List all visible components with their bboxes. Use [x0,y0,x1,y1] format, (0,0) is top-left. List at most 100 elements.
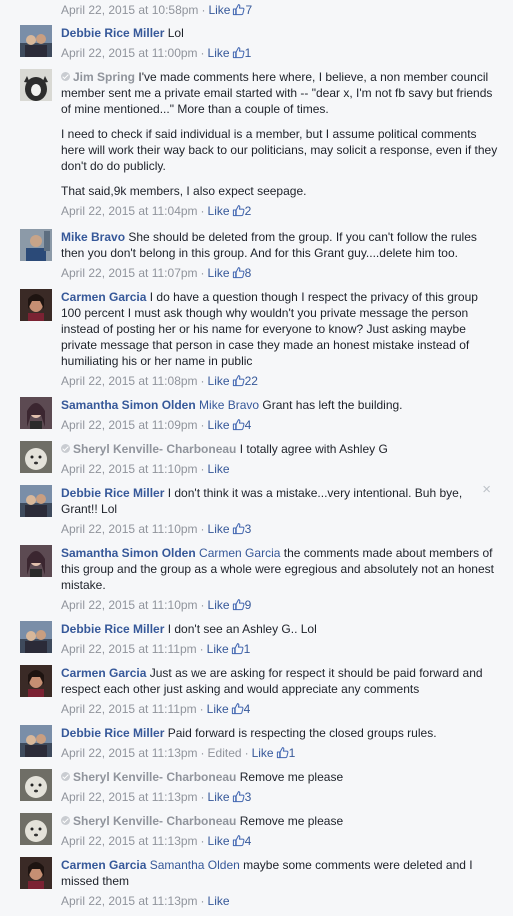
avatar[interactable] [20,441,52,473]
like-link[interactable]: Like [208,3,230,17]
thumbs-up-icon [232,834,245,847]
comment-meta: April 22, 2015 at 11:11pm · Like 4 [61,702,251,716]
like-link[interactable]: Like [208,598,230,612]
avatar[interactable] [20,397,52,429]
like-link[interactable]: Like [208,834,230,848]
avatar[interactable] [20,769,52,801]
comment-author[interactable]: Sheryl Kenville- Charboneau [73,442,236,456]
avatar[interactable] [20,25,52,57]
comment-timestamp[interactable]: April 22, 2015 at 11:10pm [61,598,198,612]
like-count[interactable]: 4 [244,702,251,716]
avatar[interactable] [20,665,52,697]
comment-author[interactable]: Jim Spring [73,70,135,84]
avatar[interactable] [20,69,52,101]
comment-timestamp[interactable]: April 22, 2015 at 11:04pm [61,204,198,218]
comment-text: I don't see an Ashley G.. Lol [167,622,317,636]
like-link[interactable]: Like [207,642,229,656]
comment-meta: April 22, 2015 at 11:13pm · Like 3 [61,790,252,804]
mention-link[interactable]: Samantha Olden [150,858,240,872]
comment-author[interactable]: Debbie Rice Miller [61,486,164,500]
comment-author[interactable]: Mike Bravo [61,230,125,244]
comment-timestamp[interactable]: April 22, 2015 at 11:08pm [61,374,198,388]
comment-timestamp[interactable]: April 22, 2015 at 11:13pm [61,894,198,908]
comment-meta: April 22, 2015 at 11:00pm · Like 1 [61,46,252,60]
like-link[interactable]: Like [207,702,229,716]
like-link[interactable]: Like [208,462,230,476]
mention-link[interactable]: Carmen Garcia [199,546,280,560]
comment-author[interactable]: Samantha Simon Olden [61,398,196,412]
comment-meta: April 22, 2015 at 11:10pm · Like 9 [61,598,252,612]
like-count[interactable]: 1 [245,46,252,60]
comment-text: Paid forward is respecting the closed gr… [167,726,437,740]
comment-timestamp[interactable]: April 22, 2015 at 10:58pm [61,3,198,17]
avatar[interactable] [20,289,52,321]
close-icon[interactable]: × [482,481,491,498]
comment-meta: April 22, 2015 at 11:08pm · Like 22 [61,374,258,388]
thumbs-up-icon [232,46,245,59]
comment-timestamp[interactable]: April 22, 2015 at 11:09pm [61,418,198,432]
like-count[interactable]: 22 [245,374,258,388]
comment-meta: April 22, 2015 at 11:13pm · Like [61,894,230,908]
comment-timestamp[interactable]: April 22, 2015 at 11:10pm [61,462,198,476]
comment-timestamp[interactable]: April 22, 2015 at 11:13pm [61,834,198,848]
comment-timestamp[interactable]: April 22, 2015 at 11:10pm [61,522,198,536]
comment-paragraph: I need to check if said individual is a … [61,127,498,173]
avatar[interactable] [20,485,52,517]
comment-timestamp[interactable]: April 22, 2015 at 11:13pm [61,790,198,804]
like-count[interactable]: 7 [245,3,252,17]
like-link[interactable]: Like [208,204,230,218]
mention-link[interactable]: Mike Bravo [199,398,259,412]
like-link[interactable]: Like [208,374,230,388]
comment-author[interactable]: Samantha Simon Olden [61,546,196,560]
like-count[interactable]: 2 [245,204,252,218]
check-badge-icon [61,444,70,453]
like-link[interactable]: Like [252,746,274,760]
comment-author[interactable]: Carmen Garcia [61,290,146,304]
like-count[interactable]: 3 [245,522,252,536]
thumbs-up-icon [232,522,245,535]
like-count[interactable]: 3 [245,790,252,804]
comment-timestamp[interactable]: April 22, 2015 at 11:11pm [61,642,197,656]
comment-timestamp[interactable]: April 22, 2015 at 11:00pm [61,46,198,60]
like-link[interactable]: Like [208,522,230,536]
comment-timestamp[interactable]: April 22, 2015 at 11:13pm [61,746,198,760]
like-count[interactable]: 9 [245,598,252,612]
like-count[interactable]: 4 [245,834,252,848]
comment-author[interactable]: Sheryl Kenville- Charboneau [73,814,236,828]
avatar[interactable] [20,857,52,889]
like-link[interactable]: Like [208,46,230,60]
like-count[interactable]: 8 [245,266,252,280]
comment-meta: April 22, 2015 at 11:11pm · Like 1 [61,642,251,656]
comment-author[interactable]: Carmen Garcia [61,666,146,680]
avatar[interactable] [20,725,52,757]
comment-author[interactable]: Debbie Rice Miller [61,26,164,40]
comment-author[interactable]: Debbie Rice Miller [61,622,164,636]
edited-label[interactable]: Edited [208,746,242,760]
comment-meta: April 22, 2015 at 11:13pm · Edited · Like 1 [61,746,296,760]
avatar[interactable] [20,621,52,653]
like-link[interactable]: Like [208,418,230,432]
comment-text: Remove me please [239,814,344,828]
comment-paragraph: That said,9k members, I also expect seep… [61,184,307,198]
comment-author[interactable]: Carmen Garcia [61,858,146,872]
avatar[interactable] [20,229,52,261]
avatar[interactable] [20,813,52,845]
thumbs-up-icon [232,598,245,611]
comment-timestamp[interactable]: April 22, 2015 at 11:07pm [61,266,198,280]
comment-author[interactable]: Debbie Rice Miller [61,726,164,740]
like-link[interactable]: Like [208,266,230,280]
comment-timestamp[interactable]: April 22, 2015 at 11:11pm [61,702,197,716]
thumbs-up-icon [232,266,245,279]
check-badge-icon [61,816,70,825]
comment-author[interactable]: Sheryl Kenville- Charboneau [73,770,236,784]
avatar[interactable] [20,545,52,577]
like-count[interactable]: 1 [289,746,296,760]
check-badge-icon [61,72,70,81]
check-badge-icon [61,772,70,781]
comment-meta: April 22, 2015 at 11:07pm · Like 8 [61,266,252,280]
like-link[interactable]: Like [208,894,230,908]
like-count[interactable]: 4 [245,418,252,432]
like-count[interactable]: 1 [244,642,251,656]
like-link[interactable]: Like [208,790,230,804]
comment-meta: April 22, 2015 at 11:10pm · Like [61,462,230,476]
